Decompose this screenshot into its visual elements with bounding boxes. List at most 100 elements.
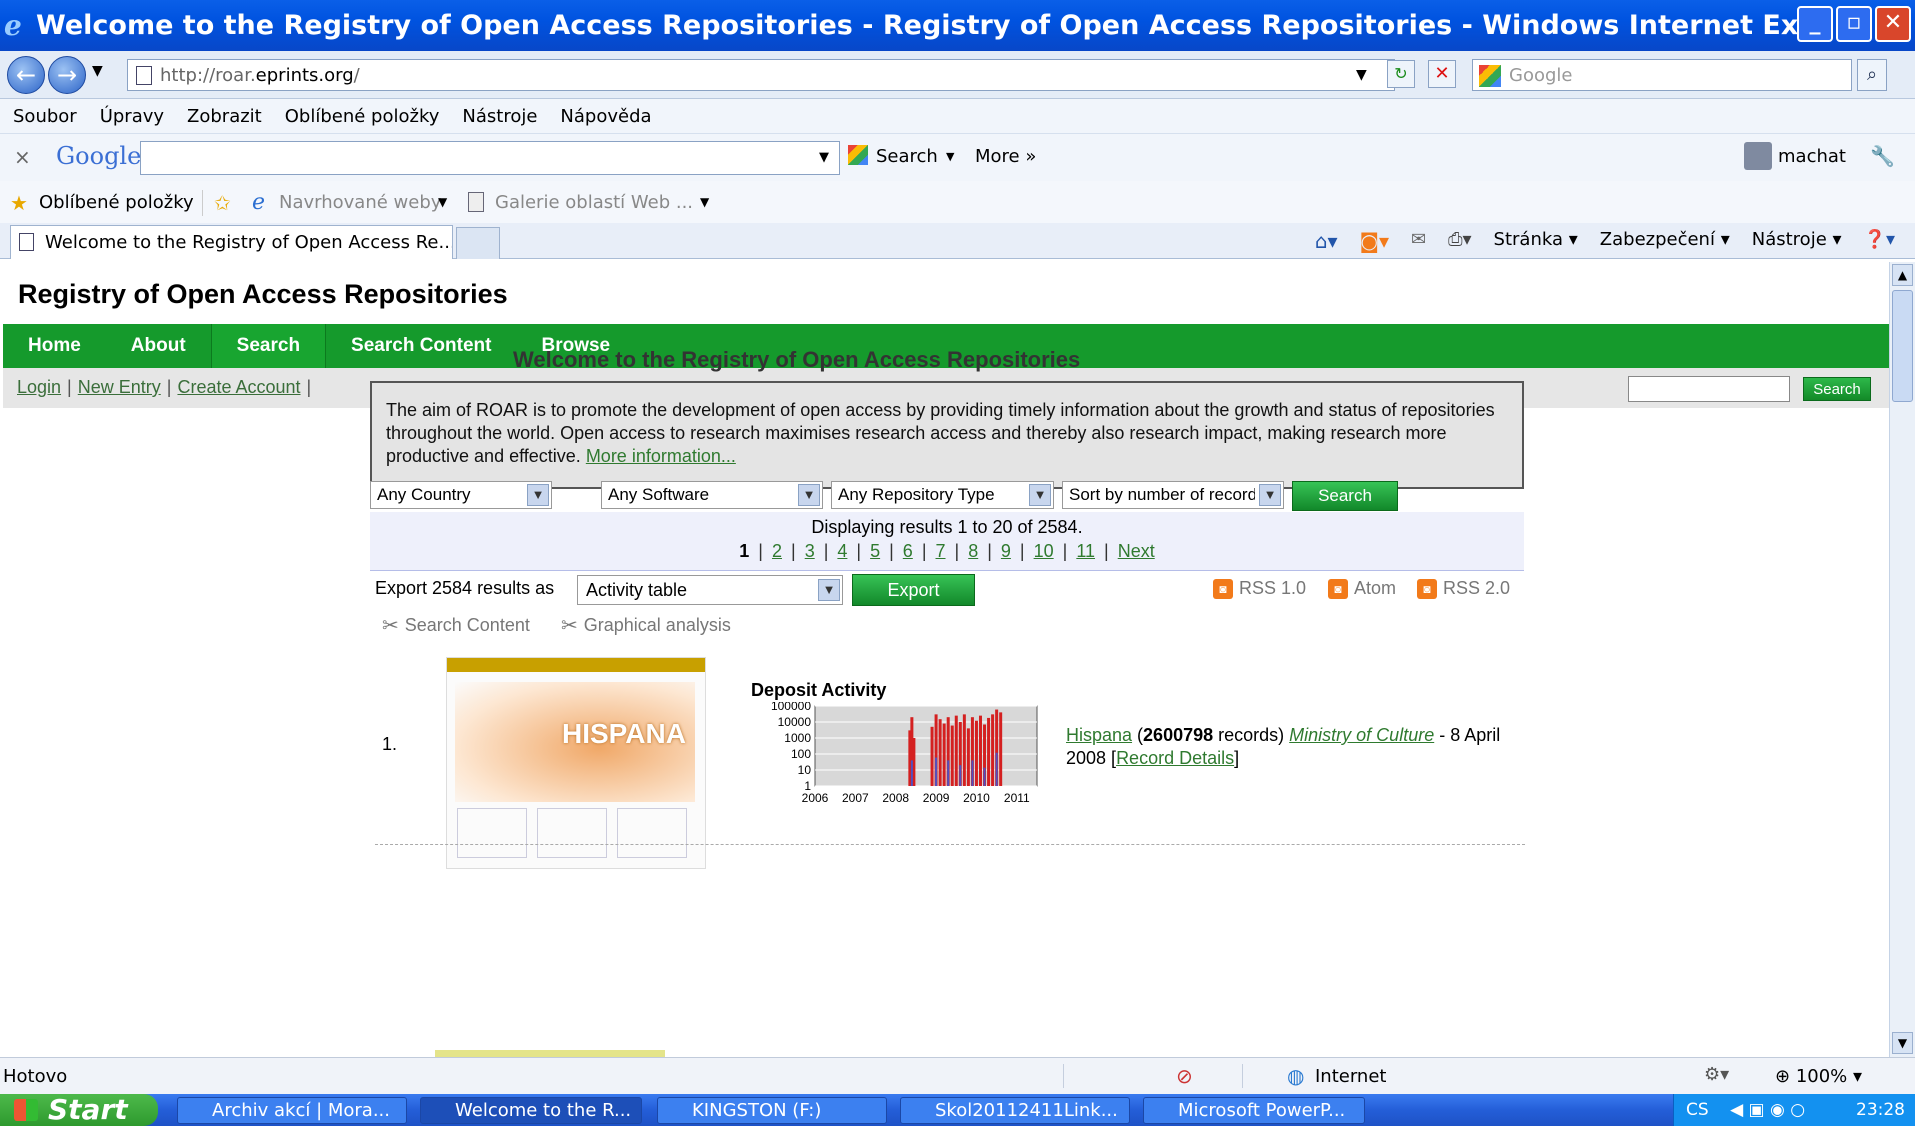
more-information-link[interactable]: More information... xyxy=(586,446,736,466)
new-entry-link[interactable]: New Entry xyxy=(78,377,161,397)
refresh-icon[interactable]: ↻ xyxy=(1387,60,1415,88)
new-tab-button[interactable] xyxy=(456,227,500,259)
menu-tools[interactable]: Nástroje xyxy=(462,106,537,127)
scroll-thumb[interactable] xyxy=(1892,290,1913,402)
taskbar-item[interactable]: Microsoft PowerP... xyxy=(1143,1097,1365,1124)
sort-select[interactable]: Sort by number of records ▼ xyxy=(1062,481,1284,509)
software-select[interactable]: Any Software ▼ xyxy=(601,481,823,509)
export-button[interactable]: Export xyxy=(852,574,975,606)
forward-button[interactable]: → xyxy=(48,56,86,94)
repository-type-select[interactable]: Any Repository Type ▼ xyxy=(831,481,1054,509)
pager-page-link[interactable]: 9 xyxy=(1001,541,1011,561)
repository-name-link[interactable]: Hispana xyxy=(1066,725,1132,745)
url-field[interactable]: http://roar.eprints.org/ xyxy=(127,59,1395,91)
url-dropdown-icon[interactable]: ▼ xyxy=(1356,67,1367,83)
google-toolbar: × Google ▼ Search ▼ More » machat 🔧 xyxy=(0,133,1915,181)
protected-mode-icon[interactable]: ⚙▾ xyxy=(1704,1064,1729,1085)
nav-about[interactable]: About xyxy=(106,324,211,368)
tray-icons[interactable]: ◀ ▣ ◉ ○ xyxy=(1730,1100,1805,1120)
favorites-button[interactable]: Oblíbené položky xyxy=(39,192,194,213)
cmd-tools[interactable]: Nástroje ▾ xyxy=(1752,229,1842,253)
google-user-menu[interactable]: machat xyxy=(1778,146,1846,167)
taskbar-item[interactable]: KINGSTON (F:) xyxy=(657,1097,887,1124)
scroll-up-icon[interactable]: ▲ xyxy=(1892,264,1913,286)
suggested-dropdown-icon[interactable]: ▼ xyxy=(438,195,447,209)
menu-favorites[interactable]: Oblíbené položky xyxy=(285,106,440,127)
taskbar-item-active[interactable]: Welcome to the R... xyxy=(420,1097,642,1124)
nav-home[interactable]: Home xyxy=(3,324,106,368)
home-icon[interactable]: ⌂▾ xyxy=(1315,229,1338,253)
history-dropdown-icon[interactable]: ▼ xyxy=(92,63,103,79)
menu-edit[interactable]: Úpravy xyxy=(100,106,164,127)
search-button[interactable]: Search xyxy=(1292,481,1398,511)
taskbar: Start Archiv akcí | Mora... Welcome to t… xyxy=(0,1094,1915,1126)
print-icon[interactable]: ⎙▾ xyxy=(1448,229,1471,253)
feeds-icon[interactable]: ◙▾ xyxy=(1360,229,1389,253)
live-search-input[interactable]: Google xyxy=(1472,59,1852,91)
graphical-analysis-tool[interactable]: ✂ Graphical analysis xyxy=(561,613,731,638)
pager-page-link[interactable]: 3 xyxy=(805,541,815,561)
rss1-link[interactable]: ◙ RSS 1.0 xyxy=(1213,578,1306,599)
help-icon[interactable]: ❓▾ xyxy=(1864,229,1895,253)
menu-help[interactable]: Nápověda xyxy=(560,106,651,127)
gallery-dropdown-icon[interactable]: ▼ xyxy=(700,195,709,209)
scroll-down-icon[interactable]: ▼ xyxy=(1892,1032,1913,1054)
cmd-safety[interactable]: Zabezpečení ▾ xyxy=(1600,229,1730,253)
results-count: Displaying results 1 to 20 of 2584. xyxy=(811,517,1083,537)
menu-view[interactable]: Zobrazit xyxy=(187,106,262,127)
search-content-tool[interactable]: ✂ Search Content xyxy=(382,613,530,638)
menu-file[interactable]: Soubor xyxy=(13,106,77,127)
web-slice-gallery-link[interactable]: Galerie oblastí Web ... xyxy=(495,192,693,213)
google-search-button[interactable]: Search xyxy=(876,146,938,167)
quick-search-button[interactable]: Search xyxy=(1803,377,1871,401)
chart-x-tick-label: 2007 xyxy=(842,791,869,805)
pager-page-link[interactable]: 6 xyxy=(903,541,913,561)
zoom-control[interactable]: ⊕ 100% ▾ xyxy=(1775,1066,1862,1087)
pager-page-link[interactable]: 11 xyxy=(1076,541,1095,561)
minimize-button[interactable]: _ xyxy=(1797,6,1833,42)
privacy-icon[interactable]: ⊘ xyxy=(1176,1064,1193,1088)
mail-icon[interactable]: ✉ xyxy=(1411,229,1426,253)
thumbnail-logo-text: HISPANA xyxy=(562,718,686,749)
taskbar-item[interactable]: Archiv akcí | Mora... xyxy=(177,1097,407,1124)
back-button[interactable]: ← xyxy=(7,56,45,94)
export-format-select[interactable]: Activity table ▼ xyxy=(577,575,843,605)
wrench-icon[interactable]: 🔧 xyxy=(1870,144,1895,168)
suggested-sites-link[interactable]: Navrhované weby xyxy=(279,192,441,213)
tab-active[interactable]: Welcome to the Registry of Open Access R… xyxy=(10,225,453,259)
add-favorite-icon[interactable]: ✩ xyxy=(214,191,231,215)
close-button[interactable]: ✕ xyxy=(1875,6,1911,42)
vertical-scrollbar[interactable]: ▲ ▼ xyxy=(1889,262,1915,1057)
pager-page-link[interactable]: 7 xyxy=(936,541,946,561)
rss2-link[interactable]: ◙ RSS 2.0 xyxy=(1417,578,1510,599)
login-link[interactable]: Login xyxy=(17,377,61,397)
quick-search-input[interactable] xyxy=(1628,376,1790,402)
google-input-dropdown-icon[interactable]: ▼ xyxy=(819,150,829,165)
pager-page-link[interactable]: 8 xyxy=(968,541,978,561)
nav-search-content[interactable]: Search Content xyxy=(326,324,516,368)
pager-page-link[interactable]: 5 xyxy=(870,541,880,561)
pager-page-link[interactable]: 2 xyxy=(772,541,782,561)
google-more-button[interactable]: More » xyxy=(975,146,1036,167)
start-button[interactable]: Start xyxy=(0,1094,158,1126)
search-go-icon[interactable]: ⌕ xyxy=(1857,59,1887,91)
organisation-link[interactable]: Ministry of Culture xyxy=(1289,725,1434,745)
pager-next-link[interactable]: Next xyxy=(1118,541,1155,561)
stop-icon[interactable]: ✕ xyxy=(1428,60,1456,88)
google-toolbar-input[interactable] xyxy=(140,141,840,175)
toolbar-close-icon[interactable]: × xyxy=(14,145,31,169)
nav-search[interactable]: Search xyxy=(210,324,327,368)
record-details-link[interactable]: Record Details xyxy=(1116,748,1234,768)
language-indicator[interactable]: CS xyxy=(1686,1100,1709,1120)
maximize-button[interactable]: ▫ xyxy=(1836,6,1872,42)
country-select[interactable]: Any Country ▼ xyxy=(370,481,552,509)
pager-page-link[interactable]: 10 xyxy=(1034,541,1054,561)
pager-page-link[interactable]: 4 xyxy=(837,541,847,561)
cmd-page[interactable]: Stránka ▾ xyxy=(1494,229,1578,253)
atom-link[interactable]: ◙ Atom xyxy=(1328,578,1396,599)
repository-thumbnail[interactable]: HISPANA xyxy=(446,657,706,869)
taskbar-item[interactable]: Skol20112411Link... xyxy=(900,1097,1130,1124)
search-dropdown-icon[interactable]: ▼ xyxy=(946,150,954,163)
next-entry-thumbnail[interactable] xyxy=(435,1050,665,1057)
create-account-link[interactable]: Create Account xyxy=(177,377,300,397)
